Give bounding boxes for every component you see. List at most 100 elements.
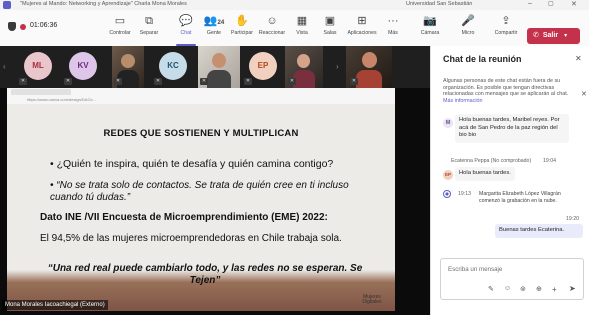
- person-silhouette: [297, 54, 310, 68]
- mic-off-icon: ✕: [114, 78, 122, 85]
- monitor-icon: ▭: [114, 15, 126, 27]
- person-silhouette: [362, 52, 377, 68]
- more-icon: ···: [387, 15, 399, 27]
- share-button[interactable]: ⇪ Compartir: [492, 13, 520, 43]
- system-time: 19:13: [458, 191, 471, 197]
- slide-logo: Mujeres Digitales: [362, 294, 382, 305]
- close-chat-icon[interactable]: ✕: [575, 54, 582, 63]
- record-icon: [20, 24, 26, 30]
- participant-avatar[interactable]: EP: [249, 52, 277, 80]
- more-info-link[interactable]: Más información: [443, 98, 483, 104]
- maximize-button[interactable]: ▢: [548, 0, 554, 7]
- system-message: Margarita Elizabeth López Villagrán come…: [479, 191, 561, 204]
- mic-off-icon: ✕: [288, 78, 296, 85]
- phone-icon: ✆: [533, 32, 539, 39]
- message-time: 19:04: [543, 158, 556, 164]
- more-button[interactable]: ··· Más: [379, 13, 407, 43]
- mic-off-icon: ✕: [19, 78, 27, 85]
- hand-icon: ✋: [235, 15, 249, 27]
- add-icon[interactable]: +: [552, 285, 557, 294]
- shield-icon: [8, 22, 16, 31]
- rooms-icon: ▣: [324, 15, 336, 27]
- raise-hand-button[interactable]: ✋ Participar: [228, 13, 256, 43]
- emoji-icon[interactable]: ☺: [504, 285, 511, 292]
- avatar: EP: [443, 170, 453, 180]
- gif-icon[interactable]: ⊚: [520, 285, 526, 293]
- camera-off-icon: 📷: [423, 15, 437, 27]
- close-window-button[interactable]: ✕: [571, 0, 577, 8]
- popout-button[interactable]: ⧉ Separar: [135, 13, 163, 43]
- chat-message: Hola buenas tardes.: [455, 167, 515, 181]
- compose-box[interactable]: Escriba un mensaje ✎ ☺ ⊚ ⊕ + ➤: [440, 258, 584, 300]
- meeting-toolbar: 01:06:36 ▭ Controlar ⧉ Separar 💬 Chat 👥2…: [0, 10, 589, 47]
- chat-icon: 💬: [179, 15, 193, 27]
- slide-bullet: • ¿Quién te inspira, quién te desafía y …: [50, 158, 334, 170]
- minimize-button[interactable]: –: [528, 0, 532, 7]
- org-name: Universidad San Sebastián: [406, 1, 473, 7]
- apps-icon: ⊞: [357, 15, 367, 27]
- people-icon: 👥24: [203, 15, 225, 27]
- apps-button[interactable]: ⊞ Aplicaciones: [347, 13, 376, 43]
- slide-data-text: El 94,5% de las mujeres microemprendedor…: [40, 233, 342, 244]
- react-button[interactable]: ☺ Reaccionar: [258, 13, 286, 43]
- browser-bar: https://www.canva.com/design/DAGx...: [7, 88, 395, 105]
- control-button[interactable]: ▭ Controlar: [106, 13, 134, 43]
- browser-tab: [11, 89, 71, 95]
- person-silhouette: [212, 53, 226, 68]
- rooms-button[interactable]: ▣ Salas: [316, 13, 344, 43]
- address-bar: https://www.canva.com/design/DAGx...: [27, 97, 96, 102]
- leave-label: Salir: [542, 32, 559, 39]
- mic-off-icon: ✕: [64, 78, 72, 85]
- message-sender: Ecatenna Peppa (No comprobado): [451, 158, 532, 164]
- chevron-down-icon: ▾: [564, 33, 568, 39]
- own-message-time: 19:20: [566, 216, 579, 222]
- chat-message: Hola buenas tardes, Maribel reyes. Por a…: [455, 114, 569, 143]
- notice-text: Algunas personas de este chat están fuer…: [443, 78, 569, 98]
- sticker-icon[interactable]: ⊕: [536, 285, 542, 293]
- avatar: M: [443, 118, 453, 128]
- mic-off-icon: ✕: [200, 78, 208, 85]
- grid-icon: ▦: [296, 15, 308, 27]
- mic-off-icon: ✕: [350, 78, 358, 85]
- recording-icon: [443, 190, 451, 198]
- participant-avatar[interactable]: KC: [159, 52, 187, 80]
- popout-icon: ⧉: [145, 15, 153, 27]
- title-bar: "Mujeres al Mando: Networking y Aprendiz…: [0, 0, 589, 10]
- person-silhouette: [121, 54, 135, 68]
- camera-button[interactable]: 📷 Cámara: [416, 13, 444, 43]
- format-icon[interactable]: ✎: [488, 285, 494, 293]
- person-body: [207, 70, 231, 88]
- view-button[interactable]: ▦ Vista: [288, 13, 316, 43]
- compose-placeholder: Escriba un mensaje: [448, 266, 503, 273]
- participant-avatar[interactable]: ML: [24, 52, 52, 80]
- slide-quote: “Una red real puede cambiarlo todo, y la…: [47, 263, 363, 286]
- people-count: 24: [217, 20, 225, 26]
- own-chat-message: Buenas tardes Ecaterina.: [495, 224, 583, 238]
- emoji-icon: ☺: [266, 15, 278, 27]
- chat-button[interactable]: 💬 Chat: [172, 13, 200, 46]
- participant-avatar[interactable]: KV: [69, 52, 97, 80]
- chat-panel: Chat de la reunión ✕ Algunas personas de…: [430, 46, 589, 315]
- slide-data-title: Dato INE /VII Encuesta de Microemprendim…: [40, 212, 328, 223]
- window-title: "Mujeres al Mando: Networking y Aprendiz…: [20, 1, 187, 7]
- meeting-timer: 01:06:36: [30, 22, 58, 29]
- send-icon[interactable]: ➤: [569, 284, 576, 293]
- participant-strip: ‹ ML ✕ KV ✕ ✕ KC ✕ ✕ EP ✕ ✕ › ✕: [0, 46, 430, 88]
- mic-off-icon: 🎤: [461, 15, 475, 27]
- people-button[interactable]: 👥24 Gente: [200, 13, 228, 43]
- slide-title: REDES QUE SOSTIENEN Y MULTIPLICAN: [103, 128, 299, 139]
- leave-button[interactable]: ✆ Salir ▾: [527, 28, 580, 44]
- slide-bullet: • “No se trata solo de contactos. Se tra…: [50, 180, 349, 203]
- share-icon: ⇪: [501, 15, 511, 27]
- strip-right-arrow[interactable]: ›: [336, 62, 339, 71]
- chat-title: Chat de la reunión: [443, 54, 522, 64]
- mic-off-icon: ✕: [154, 78, 162, 85]
- mic-button[interactable]: 🎤 Micro: [454, 13, 482, 43]
- strip-left-arrow[interactable]: ‹: [3, 62, 6, 71]
- mic-off-icon: ✕: [244, 78, 252, 85]
- person-body: [293, 70, 315, 88]
- teams-logo-icon: [3, 1, 11, 9]
- presenter-nameplate: Mona Morales Iacoachiegal (Externo): [2, 300, 108, 310]
- person-body: [356, 70, 382, 88]
- dismiss-notice-icon[interactable]: ✕: [581, 90, 587, 98]
